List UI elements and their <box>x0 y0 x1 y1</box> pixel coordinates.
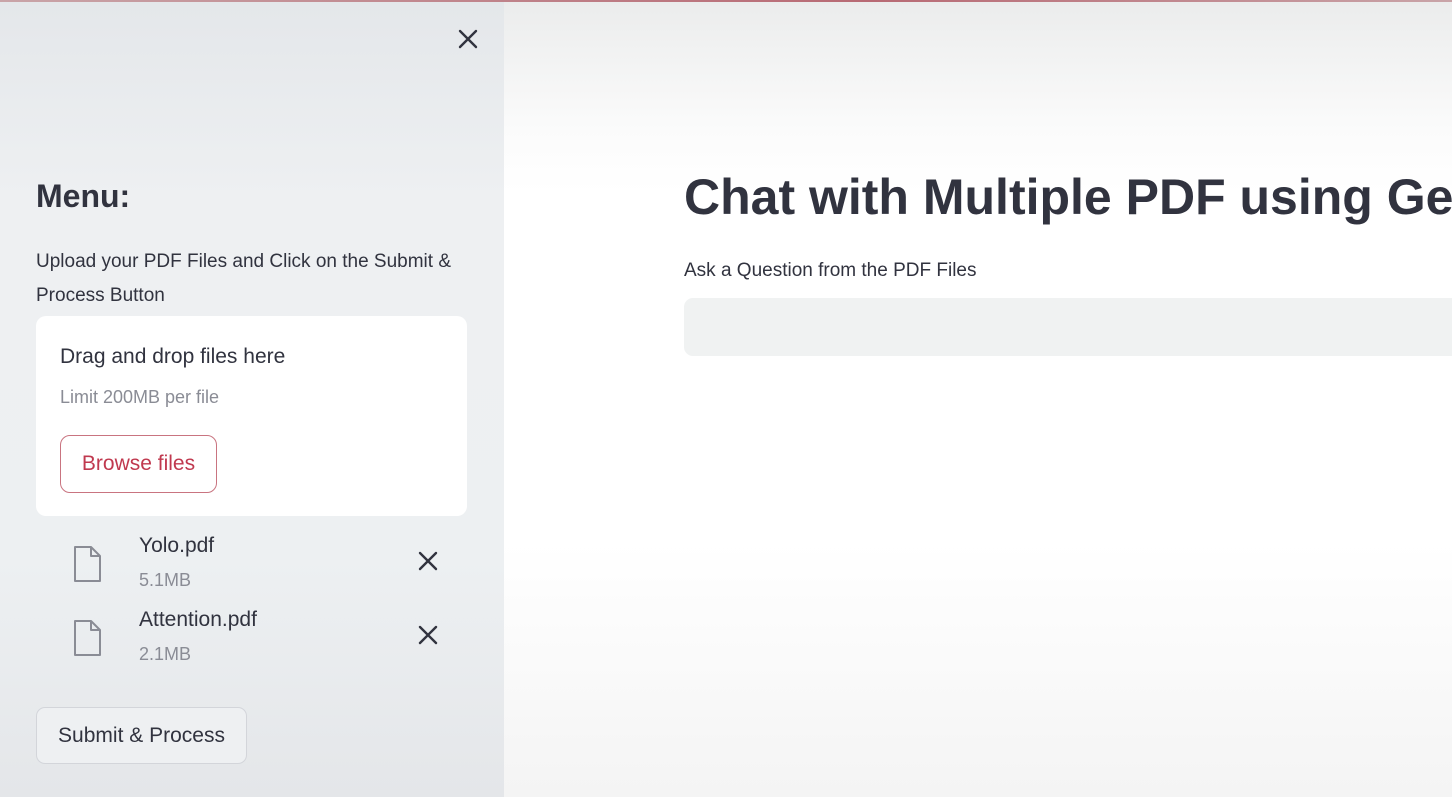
file-dropzone[interactable]: Drag and drop files here Limit 200MB per… <box>36 316 467 516</box>
dropzone-title: Drag and drop files here <box>60 345 286 368</box>
file-icon <box>72 545 102 583</box>
file-size: 2.1MB <box>139 644 192 664</box>
page-title: Chat with Multiple PDF using Gem <box>684 169 1452 225</box>
close-sidebar-icon[interactable] <box>455 26 481 52</box>
remove-file-close-icon[interactable] <box>416 623 440 647</box>
file-icon <box>72 619 102 657</box>
dropzone-limit: Limit 200MB per file <box>60 387 220 407</box>
main-content: Chat with Multiple PDF using Gem Ask a Q… <box>504 2 1452 797</box>
uploaded-file-item: Attention.pdf 2.1MB <box>60 608 460 673</box>
uploaded-file-item: Yolo.pdf 5.1MB <box>60 534 460 599</box>
file-name: Yolo.pdf <box>139 534 215 557</box>
remove-file-close-icon[interactable] <box>416 549 440 573</box>
submit-process-button[interactable]: Submit & Process <box>36 707 247 764</box>
sidebar: Menu: Upload your PDF Files and Click on… <box>0 2 504 797</box>
question-input[interactable] <box>684 298 1452 356</box>
menu-title: Menu: <box>36 178 131 214</box>
file-size: 5.1MB <box>139 570 192 590</box>
browse-files-button[interactable]: Browse files <box>60 435 217 493</box>
upload-instructions: Upload your PDF Files and Click on the S… <box>36 251 452 306</box>
file-name: Attention.pdf <box>139 608 257 631</box>
question-label: Ask a Question from the PDF Files <box>684 260 977 281</box>
